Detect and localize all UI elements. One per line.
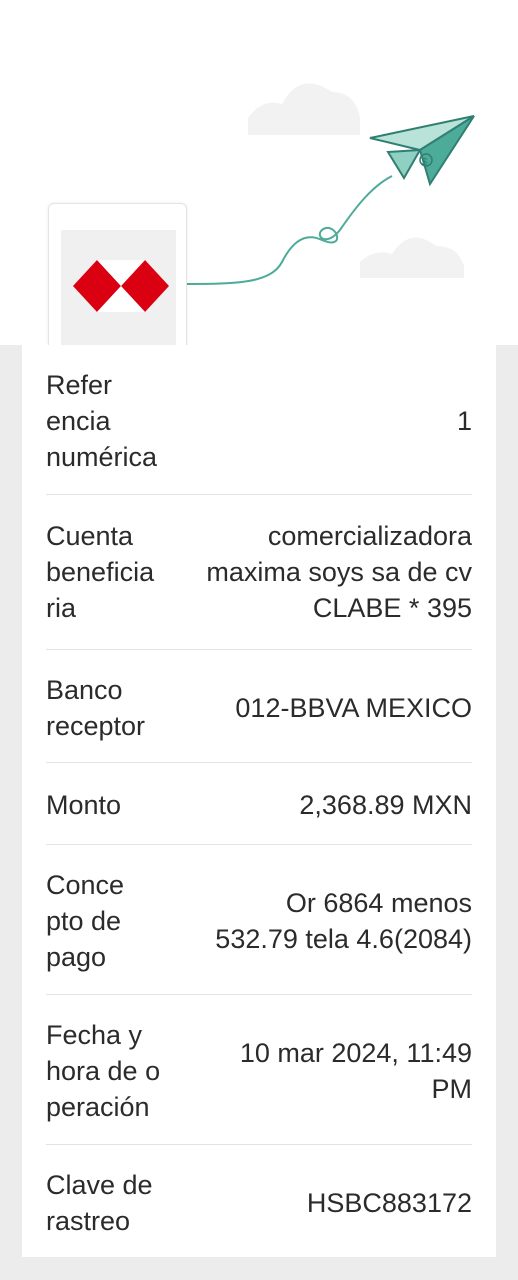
detail-label: Fecha y hora de o peración <box>46 1020 161 1122</box>
detail-row-concepto-pago: Conce pto de pago Or 6864 menos 532.79 t… <box>46 845 472 995</box>
transfer-details-card: Refer encia numérica 1 Cuenta beneficia … <box>22 345 496 1257</box>
detail-row-referencia: Refer encia numérica 1 <box>46 345 472 495</box>
detail-value: comercializadora maxima soys sa de cv CL… <box>206 521 472 623</box>
detail-value: 10 mar 2024, 11:49 PM <box>239 1038 472 1104</box>
detail-label: Clave de rastreo <box>46 1170 153 1236</box>
detail-label: Conce pto de pago <box>46 870 125 972</box>
detail-label: Cuenta beneficia ria <box>46 521 155 623</box>
detail-row-fecha-hora: Fecha y hora de o peración 10 mar 2024, … <box>46 995 472 1145</box>
paper-plane-icon: $ <box>369 115 475 187</box>
flight-trail <box>175 175 393 286</box>
detail-value: 2,368.89 MXN <box>299 790 472 820</box>
cloud-shape <box>248 83 360 135</box>
detail-row-banco-receptor: Banco receptor 012-BBVA MEXICO <box>46 650 472 763</box>
svg-text:$: $ <box>422 157 428 168</box>
detail-row-clave-rastreo: Clave de rastreo HSBC883172 <box>46 1145 472 1257</box>
detail-row-cuenta-beneficiaria: Cuenta beneficia ria comercializadora ma… <box>46 495 472 650</box>
hsbc-logo-icon <box>73 260 169 312</box>
detail-label: Monto <box>46 790 122 820</box>
cloud-shape <box>360 237 464 278</box>
detail-row-monto: Monto 2,368.89 MXN <box>46 763 472 845</box>
detail-label: Banco receptor <box>46 675 146 741</box>
detail-value: HSBC883172 <box>306 1188 472 1218</box>
detail-value: 012-BBVA MEXICO <box>235 693 472 723</box>
detail-value: 1 <box>456 406 472 436</box>
detail-value: Or 6864 menos 532.79 tela 4.6(2084) <box>215 888 472 954</box>
detail-label: Refer encia numérica <box>46 370 158 472</box>
bank-logo-card <box>48 203 187 349</box>
bank-logo-frame <box>61 230 176 349</box>
hero-illustration: $ <box>0 0 518 349</box>
